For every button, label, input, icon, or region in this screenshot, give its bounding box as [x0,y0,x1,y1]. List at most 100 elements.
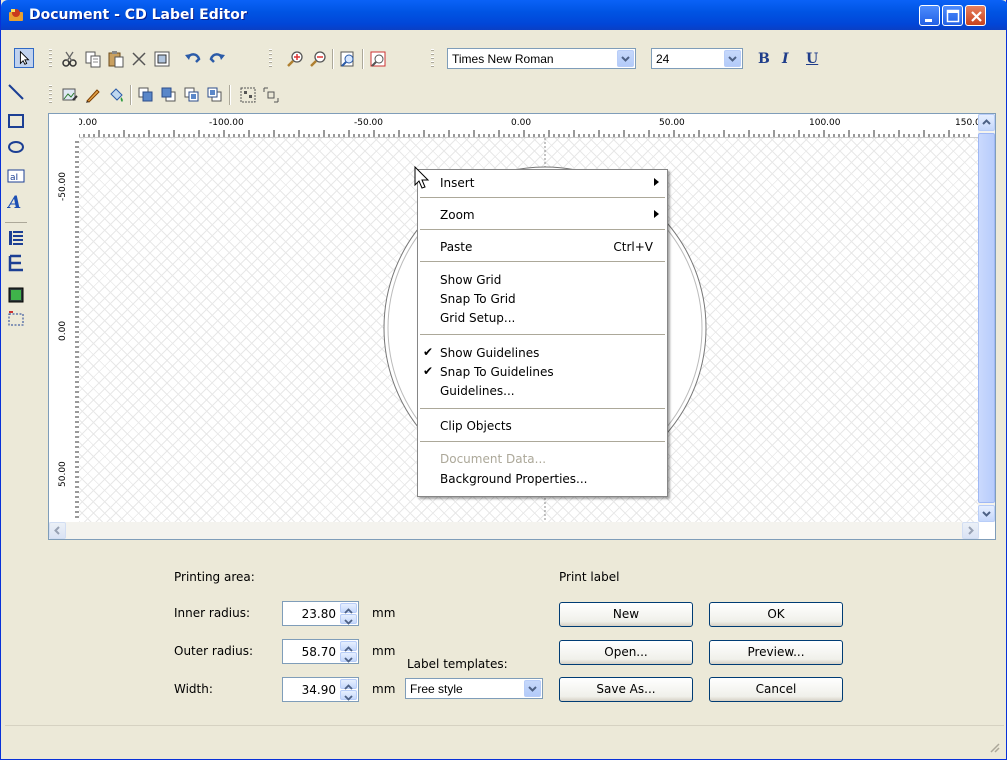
inner-radius-stepper[interactable]: 23.80 [282,601,359,626]
menu-separator [420,334,665,335]
font-name-value: Times New Roman [452,52,554,66]
pen-icon[interactable] [84,86,102,104]
zoom-page-icon[interactable] [339,50,357,68]
inner-radius-value: 23.80 [301,607,336,621]
chevron-down-icon[interactable] [524,680,541,697]
new-button[interactable]: New [559,602,693,627]
secondary-toolbar [1,84,1007,110]
width-stepper[interactable]: 34.90 [282,677,359,702]
scroll-down-button[interactable] [978,505,995,522]
toolbox-separator [5,222,27,223]
main-toolbar: Times New Roman 24 B I U [1,46,1007,72]
toolbar-separator [332,49,334,69]
spin-up-icon[interactable] [340,603,357,614]
rectangle-tool-icon[interactable] [7,112,25,130]
tree-tool-icon[interactable] [7,254,25,272]
ungroup-icon[interactable] [262,86,280,104]
redo-icon[interactable] [208,50,226,68]
preview-button[interactable]: Preview... [709,640,843,665]
copy-icon[interactable] [84,50,102,68]
menu-item-show-guidelines[interactable]: ✔ Show Guidelines [418,344,667,362]
toolbar-grip[interactable] [431,49,434,69]
select-all-icon[interactable] [153,50,171,68]
underline-button[interactable]: U [806,51,818,67]
scroll-thumb[interactable] [978,133,995,503]
scroll-up-button[interactable] [978,114,995,131]
toolbar-grip[interactable] [269,49,272,69]
cancel-button[interactable]: Cancel [709,677,843,702]
chevron-down-icon[interactable] [617,50,634,67]
menu-item-snap-to-guidelines[interactable]: ✔ Snap To Guidelines [418,363,667,381]
minimize-button[interactable] [919,5,940,26]
spin-down-icon[interactable] [340,614,357,625]
v-tick-label: 0.00 [58,321,68,341]
zoom-out-icon[interactable] [309,50,327,68]
send-backward-icon[interactable] [206,86,224,104]
open-button[interactable]: Open... [559,640,693,665]
group-icon[interactable] [239,86,257,104]
scroll-left-button[interactable] [49,522,66,539]
h-tick-label: -100.00 [209,118,244,128]
ok-button[interactable]: OK [709,602,843,627]
bold-button[interactable]: B [758,51,770,67]
menu-item-grid-setup[interactable]: Grid Setup... [418,309,667,327]
spin-down-icon[interactable] [340,652,357,663]
track-list-tool-icon[interactable] [7,229,25,247]
bring-forward-icon[interactable] [183,86,201,104]
zoom-selection-icon[interactable] [369,50,387,68]
resize-grip-icon[interactable] [988,741,1000,753]
ellipse-tool-icon[interactable] [7,138,25,156]
close-button[interactable] [965,5,986,26]
undo-icon[interactable] [184,50,202,68]
delete-icon[interactable] [130,50,148,68]
menu-item-show-grid[interactable]: Show Grid [418,271,667,289]
outer-radius-stepper[interactable]: 58.70 [282,639,359,664]
menu-item-guidelines[interactable]: Guidelines... [418,382,667,400]
close-icon [971,11,982,22]
text-box-tool-icon[interactable]: aI [7,167,25,185]
toolbar-separator [229,85,231,105]
image-tool-icon[interactable] [7,286,25,304]
save-as-button[interactable]: Save As... [559,677,693,702]
scroll-right-button[interactable] [962,522,979,539]
outer-radius-value: 58.70 [301,645,336,659]
zoom-in-icon[interactable] [286,50,304,68]
h-tick-label: 100.00 [809,118,841,128]
horizontal-scrollbar[interactable] [49,522,979,539]
italic-button[interactable]: I [782,51,789,67]
menu-item-insert[interactable]: Insert [418,174,667,192]
toolbar-grip[interactable] [49,49,52,69]
cut-icon[interactable] [61,50,79,68]
width-label: Width: [174,682,213,696]
line-tool-icon[interactable] [7,83,25,101]
image-edit-icon[interactable] [61,86,79,104]
maximize-button[interactable] [942,5,963,26]
curved-text-tool-icon[interactable]: A [7,192,25,210]
toolbar-separator [130,85,132,105]
menu-separator [420,261,665,262]
inner-radius-label: Inner radius: [174,606,251,620]
menu-item-clip-objects[interactable]: Clip Objects [418,417,667,435]
paste-icon[interactable] [107,50,125,68]
font-size-select[interactable]: 24 [651,48,743,69]
menu-item-paste[interactable]: Paste Ctrl+V [418,238,667,256]
menu-item-background-properties[interactable]: Background Properties... [418,470,667,488]
spin-up-icon[interactable] [340,679,357,690]
font-name-select[interactable]: Times New Roman [447,48,636,69]
menu-item-zoom[interactable]: Zoom [418,206,667,224]
spin-down-icon[interactable] [340,690,357,701]
send-to-back-icon[interactable] [160,86,178,104]
app-window: Document - CD Label Editor Times New Rom… [0,0,1007,760]
svg-text:aI: aI [10,173,18,183]
bring-to-front-icon[interactable] [137,86,155,104]
menu-separator [420,197,665,198]
toolbar-grip[interactable] [49,85,52,105]
label-templates-label: Label templates: [407,657,508,671]
menu-item-snap-to-grid[interactable]: Snap To Grid [418,290,667,308]
chevron-down-icon[interactable] [724,50,741,67]
frame-tool-icon[interactable] [7,310,25,328]
fill-bucket-icon[interactable] [107,86,125,104]
vertical-scrollbar[interactable] [978,114,995,522]
spin-up-icon[interactable] [340,641,357,652]
label-templates-select[interactable]: Free style [405,678,543,699]
